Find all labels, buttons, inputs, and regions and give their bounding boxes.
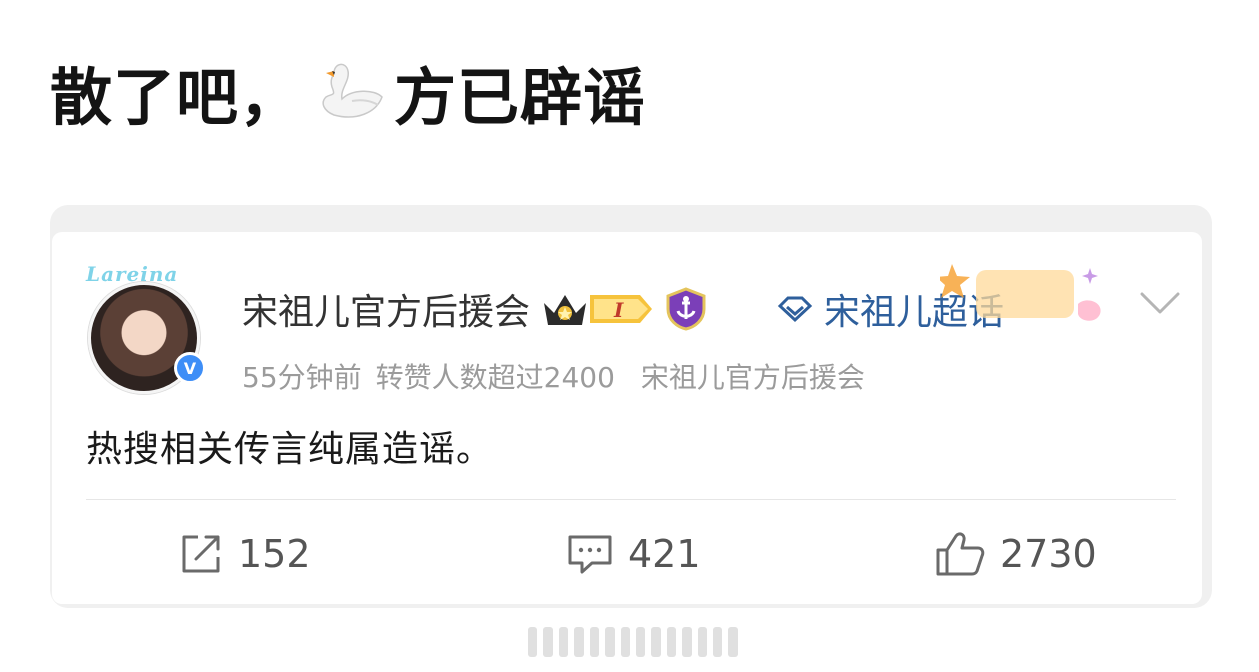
author-name[interactable]: 宋祖儿官方后援会 — [242, 283, 530, 335]
like-button[interactable]: 2730 — [934, 530, 1097, 578]
post-meta: 55分钟前 转赞人数超过2400 宋祖儿官方后援会 — [242, 356, 865, 396]
thumbs-up-icon — [936, 532, 985, 576]
comment-icon — [568, 535, 612, 574]
level-tag-icon: I — [590, 295, 653, 323]
share-icon — [182, 535, 220, 573]
fan-shield-icon — [666, 287, 706, 331]
swan-icon — [322, 63, 383, 118]
supertopic-sticker-icon — [940, 264, 1101, 321]
comment-button[interactable]: 421 — [566, 530, 701, 578]
avatar[interactable]: Lareina V — [82, 262, 206, 394]
headline: 散了吧， 方已辟谣 — [50, 52, 646, 134]
member-level-badge: I — [540, 289, 654, 329]
comment-count: 421 — [628, 532, 701, 576]
post-time: 55分钟前 — [242, 361, 362, 394]
like-count: 2730 — [1000, 532, 1097, 576]
share-button[interactable]: 152 — [178, 530, 311, 578]
verified-badge-icon: V — [174, 352, 206, 384]
diamond-icon — [777, 296, 813, 323]
headline-text-end: 方已辟谣 — [394, 61, 647, 134]
headline-text-start: 散了吧， — [50, 61, 303, 134]
engagement-note: 转赞人数超过2400 — [375, 361, 615, 394]
author-row: 宋祖儿官方后援会 I — [242, 282, 708, 336]
avatar-tag: Lareina — [86, 262, 179, 286]
crown-icon — [544, 295, 587, 325]
share-count: 152 — [238, 532, 311, 576]
post-source: 宋祖儿官方后援会 — [640, 361, 865, 394]
image-strip-hint — [528, 624, 738, 660]
chevron-down-icon[interactable] — [1138, 286, 1182, 322]
divider — [86, 499, 1176, 500]
post-body: 热搜相关传言纯属造谣。 — [86, 429, 494, 470]
level-tag-label: I — [613, 298, 624, 322]
